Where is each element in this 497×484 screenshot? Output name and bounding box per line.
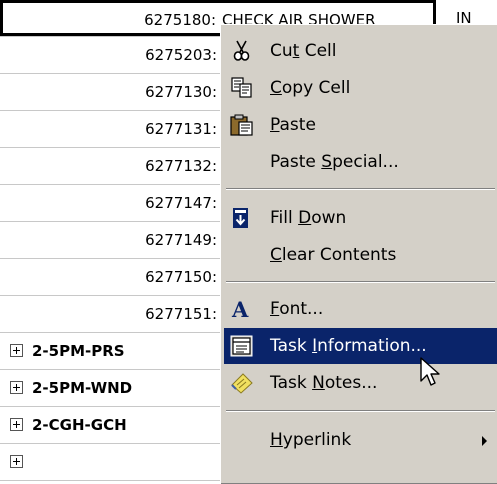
menu-item-label: Font...: [270, 299, 324, 319]
task-id: 6277149:: [145, 231, 217, 249]
menu-item-copy-cell[interactable]: Copy Cell: [224, 70, 497, 106]
menu-item-task-notes[interactable]: Task Notes...: [224, 365, 497, 401]
font-icon: A: [231, 298, 249, 320]
fill-down-icon: [233, 208, 248, 228]
task-id: 6277132:: [145, 157, 217, 175]
menu-item-label: Task Notes...: [270, 373, 378, 393]
menu-item-paste[interactable]: Paste: [224, 107, 497, 143]
menu-separator: [226, 410, 495, 412]
group-label: 2-CGH-GCH: [32, 416, 127, 434]
submenu-arrow-icon: [482, 436, 487, 446]
task-id: 6275180:: [144, 11, 216, 29]
menu-item-label: Paste Special...: [270, 152, 399, 172]
mouse-cursor-icon: [420, 357, 440, 386]
menu-item-fill-down[interactable]: Fill Down: [224, 200, 497, 236]
menu-item-label: Fill Down: [270, 208, 347, 228]
task-id: 6277151:: [145, 305, 217, 323]
menu-item-font[interactable]: A Font...: [224, 291, 497, 327]
expand-icon[interactable]: [10, 344, 23, 357]
menu-item-cut-cell[interactable]: Cut Cell: [224, 33, 497, 69]
copy-icon: [231, 77, 252, 98]
menu-item-label: Copy Cell: [270, 78, 351, 98]
menu-item-hyperlink[interactable]: Hyperlink: [224, 422, 497, 458]
menu-item-paste-special[interactable]: Paste Special...: [224, 144, 497, 180]
menu-item-label: Cut Cell: [270, 41, 337, 61]
menu-item-label: Task Information...: [270, 336, 427, 356]
task-information-icon: [230, 335, 253, 357]
expand-icon[interactable]: [10, 418, 23, 431]
menu-separator: [226, 281, 495, 283]
task-id: 6277131:: [145, 120, 217, 138]
menu-item-label: Paste: [270, 115, 316, 135]
scissors-icon: [233, 40, 250, 61]
expand-icon[interactable]: [10, 455, 23, 468]
menu-item-clear-contents[interactable]: Clear Contents: [224, 237, 497, 273]
task-id: 6277130:: [145, 83, 217, 101]
menu-item-label: Hyperlink: [270, 430, 352, 450]
context-menu: Cut Cell Copy Cell Paste Paste Special..…: [220, 24, 497, 484]
task-notes-icon: [231, 373, 253, 394]
group-label: 2-5PM-PRS: [32, 342, 125, 360]
menu-item-label: Clear Contents: [270, 245, 397, 265]
paste-icon: [230, 114, 253, 136]
task-id: 6277150:: [145, 268, 217, 286]
svg-text:A: A: [231, 298, 249, 320]
menu-separator: [226, 188, 495, 190]
menu-item-task-information[interactable]: Task Information...: [224, 328, 497, 364]
task-id: 6277147:: [145, 194, 217, 212]
task-id: 6275203:: [145, 46, 217, 64]
expand-icon[interactable]: [10, 381, 23, 394]
group-label: 2-5PM-WND: [32, 379, 133, 397]
